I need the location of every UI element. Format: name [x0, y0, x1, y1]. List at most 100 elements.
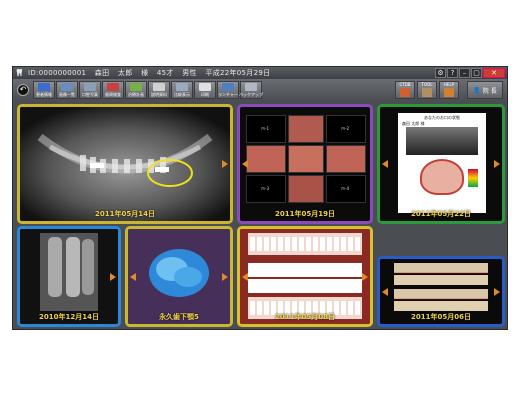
tooth-shape [306, 237, 311, 251]
tool-ctdb[interactable]: CTDB [395, 81, 415, 99]
patient-age: 45才 [156, 69, 174, 77]
photo-lower-occlusal [288, 175, 324, 203]
tooth-shape [278, 237, 283, 251]
tooth-shape [264, 237, 269, 251]
tool-treatment-plan[interactable]: 治療計画 [125, 81, 147, 99]
toolbar-tools: 患者情報 画像一覧 口腔写真 歯周検査 治療計画 説明資料 比較表示 印刷 ラン… [33, 81, 263, 99]
perio-icon [107, 83, 119, 91]
photo-icon [84, 83, 96, 91]
tooth-shape [320, 237, 325, 251]
next-arrow-icon[interactable] [494, 287, 500, 296]
patient-birthdate: 平成22年05月29日 [205, 69, 271, 77]
user-icon: 👤 [473, 86, 481, 94]
photo-cell-label-1: ｱｷ-1 [246, 115, 286, 143]
tool-patient-info[interactable]: 患者情報 [33, 81, 55, 99]
patient-surname: 森田 [94, 69, 110, 77]
tool-backup[interactable]: バックアップ [239, 81, 263, 99]
ct-icon [400, 88, 410, 97]
tooth-model-panel[interactable]: 永久歯下顎5 [125, 226, 233, 327]
tool-label: CTDB [399, 82, 411, 87]
user-button[interactable]: 👤 院 長 [467, 81, 503, 99]
tooth-model-image [128, 229, 230, 324]
prev-arrow-icon[interactable] [242, 160, 248, 168]
patient-header: ID:0000000001 森田 太郎 様 45才 男性 平成22年05月29日 [28, 68, 276, 78]
patient-honorific: 様 [141, 69, 149, 77]
next-arrow-icon[interactable] [222, 160, 228, 168]
settings-icon[interactable]: ⚙ [435, 68, 446, 78]
patient-id: ID:0000000001 [28, 69, 87, 77]
tool-perio-exam[interactable]: 歯周検査 [102, 81, 124, 99]
window-controls: ⚙ ? – ▢ ✕ [435, 68, 505, 78]
tool-label: HELP [443, 82, 455, 87]
report-dental-chart [420, 159, 464, 195]
report-legend [468, 169, 478, 187]
dental-chart-image [240, 229, 370, 324]
help-button[interactable]: ? [447, 68, 458, 78]
tool-compare[interactable]: 比較表示 [171, 81, 193, 99]
tooth-shape [285, 237, 290, 251]
xray-date: 2011年05月14日 [95, 210, 155, 218]
tooth-shape [271, 237, 276, 251]
right-toolbar: CTDB TOOL HELP 👤 院 長 [395, 81, 503, 99]
patient-sex: 男性 [182, 69, 197, 77]
plan-icon [130, 83, 142, 91]
panoramic-xray-image [20, 107, 230, 221]
app-tooth-icon: 🦷 [15, 68, 24, 77]
dental-chart-panel[interactable]: 2011年05月08日 [237, 226, 373, 327]
tooth-shape [313, 237, 318, 251]
prev-arrow-icon[interactable] [242, 272, 248, 281]
tool-oral-photo[interactable]: 口腔写真 [79, 81, 101, 99]
next-arrow-icon[interactable] [362, 272, 368, 281]
tool-label: 説明資料 [151, 92, 167, 97]
photo-cell-label-2: ｱｷ-2 [326, 115, 366, 143]
tool-print[interactable]: 印刷 [194, 81, 216, 99]
photo-cell-label-3: ｱｷ-3 [246, 175, 286, 203]
close-button[interactable]: ✕ [483, 68, 505, 78]
restore-button[interactable]: ▢ [471, 68, 482, 78]
tooth-shape [257, 237, 262, 251]
back-arrow-icon[interactable]: ↶ [17, 84, 29, 96]
photo-left-buccal [326, 145, 366, 173]
tool-label: ランチャー [218, 92, 238, 97]
photo-label: ｱｷ-2 [341, 126, 349, 131]
tool-help[interactable]: HELP [439, 81, 459, 99]
photo-upper-occlusal [288, 115, 324, 143]
prev-arrow-icon[interactable] [382, 160, 388, 168]
doc-icon [153, 83, 165, 91]
tool-image-list[interactable]: 画像一覧 [56, 81, 78, 99]
tool-label: 比較表示 [174, 92, 190, 97]
print-icon [199, 83, 211, 91]
prev-arrow-icon[interactable] [382, 287, 388, 296]
report-date: 2011年05月22日 [411, 210, 471, 218]
prev-arrow-icon[interactable] [130, 272, 136, 281]
photo-cell-label-4: ｱｷ-4 [326, 175, 366, 203]
tooth-shape [355, 237, 360, 251]
report-panel[interactable]: あなたのお口の状態 森田 太郎 様 2011年05月22日 [377, 104, 505, 224]
perio-chart-panel[interactable]: 2011年05月06日 [377, 256, 505, 327]
periapical-xray-image [20, 229, 118, 324]
photo-label: ｱｷ-1 [261, 126, 269, 131]
perio-chart-date: 2011年05月06日 [411, 313, 471, 321]
periapical-xray-panel[interactable]: 2010年12月14日 [17, 226, 121, 327]
dental-chart-date: 2011年05月08日 [275, 313, 335, 321]
tool-tool[interactable]: TOOL [417, 81, 437, 99]
intraoral-photos-panel[interactable]: ｱｷ-1 ｱｷ-2 ｱｷ-3 ｱｷ-4 2011年05月19日 [237, 104, 373, 224]
tool-label: TOOL [421, 82, 433, 87]
tool-label: 患者情報 [36, 92, 52, 97]
photo-label: ｱｷ-4 [341, 186, 349, 191]
tool-label: 画像一覧 [59, 92, 75, 97]
patient-given-name: 太郎 [117, 69, 133, 77]
tooth-shape [299, 237, 304, 251]
panoramic-xray-panel[interactable]: 2011年05月14日 [17, 104, 233, 224]
minimize-button[interactable]: – [459, 68, 470, 78]
periapical-date: 2010年12月14日 [39, 313, 99, 321]
tool-explanation[interactable]: 説明資料 [148, 81, 170, 99]
tool-icon [422, 88, 432, 97]
next-arrow-icon[interactable] [494, 160, 500, 168]
photo-label: ｱｷ-3 [261, 186, 269, 191]
tool-launcher[interactable]: ランチャー [217, 81, 239, 99]
patient-card-icon [38, 83, 50, 91]
next-arrow-icon[interactable] [110, 272, 116, 281]
next-arrow-icon[interactable] [222, 272, 228, 281]
toolbar: ↶ 患者情報 画像一覧 口腔写真 歯周検査 治療計画 説明資料 比較表示 印刷 … [13, 79, 507, 101]
